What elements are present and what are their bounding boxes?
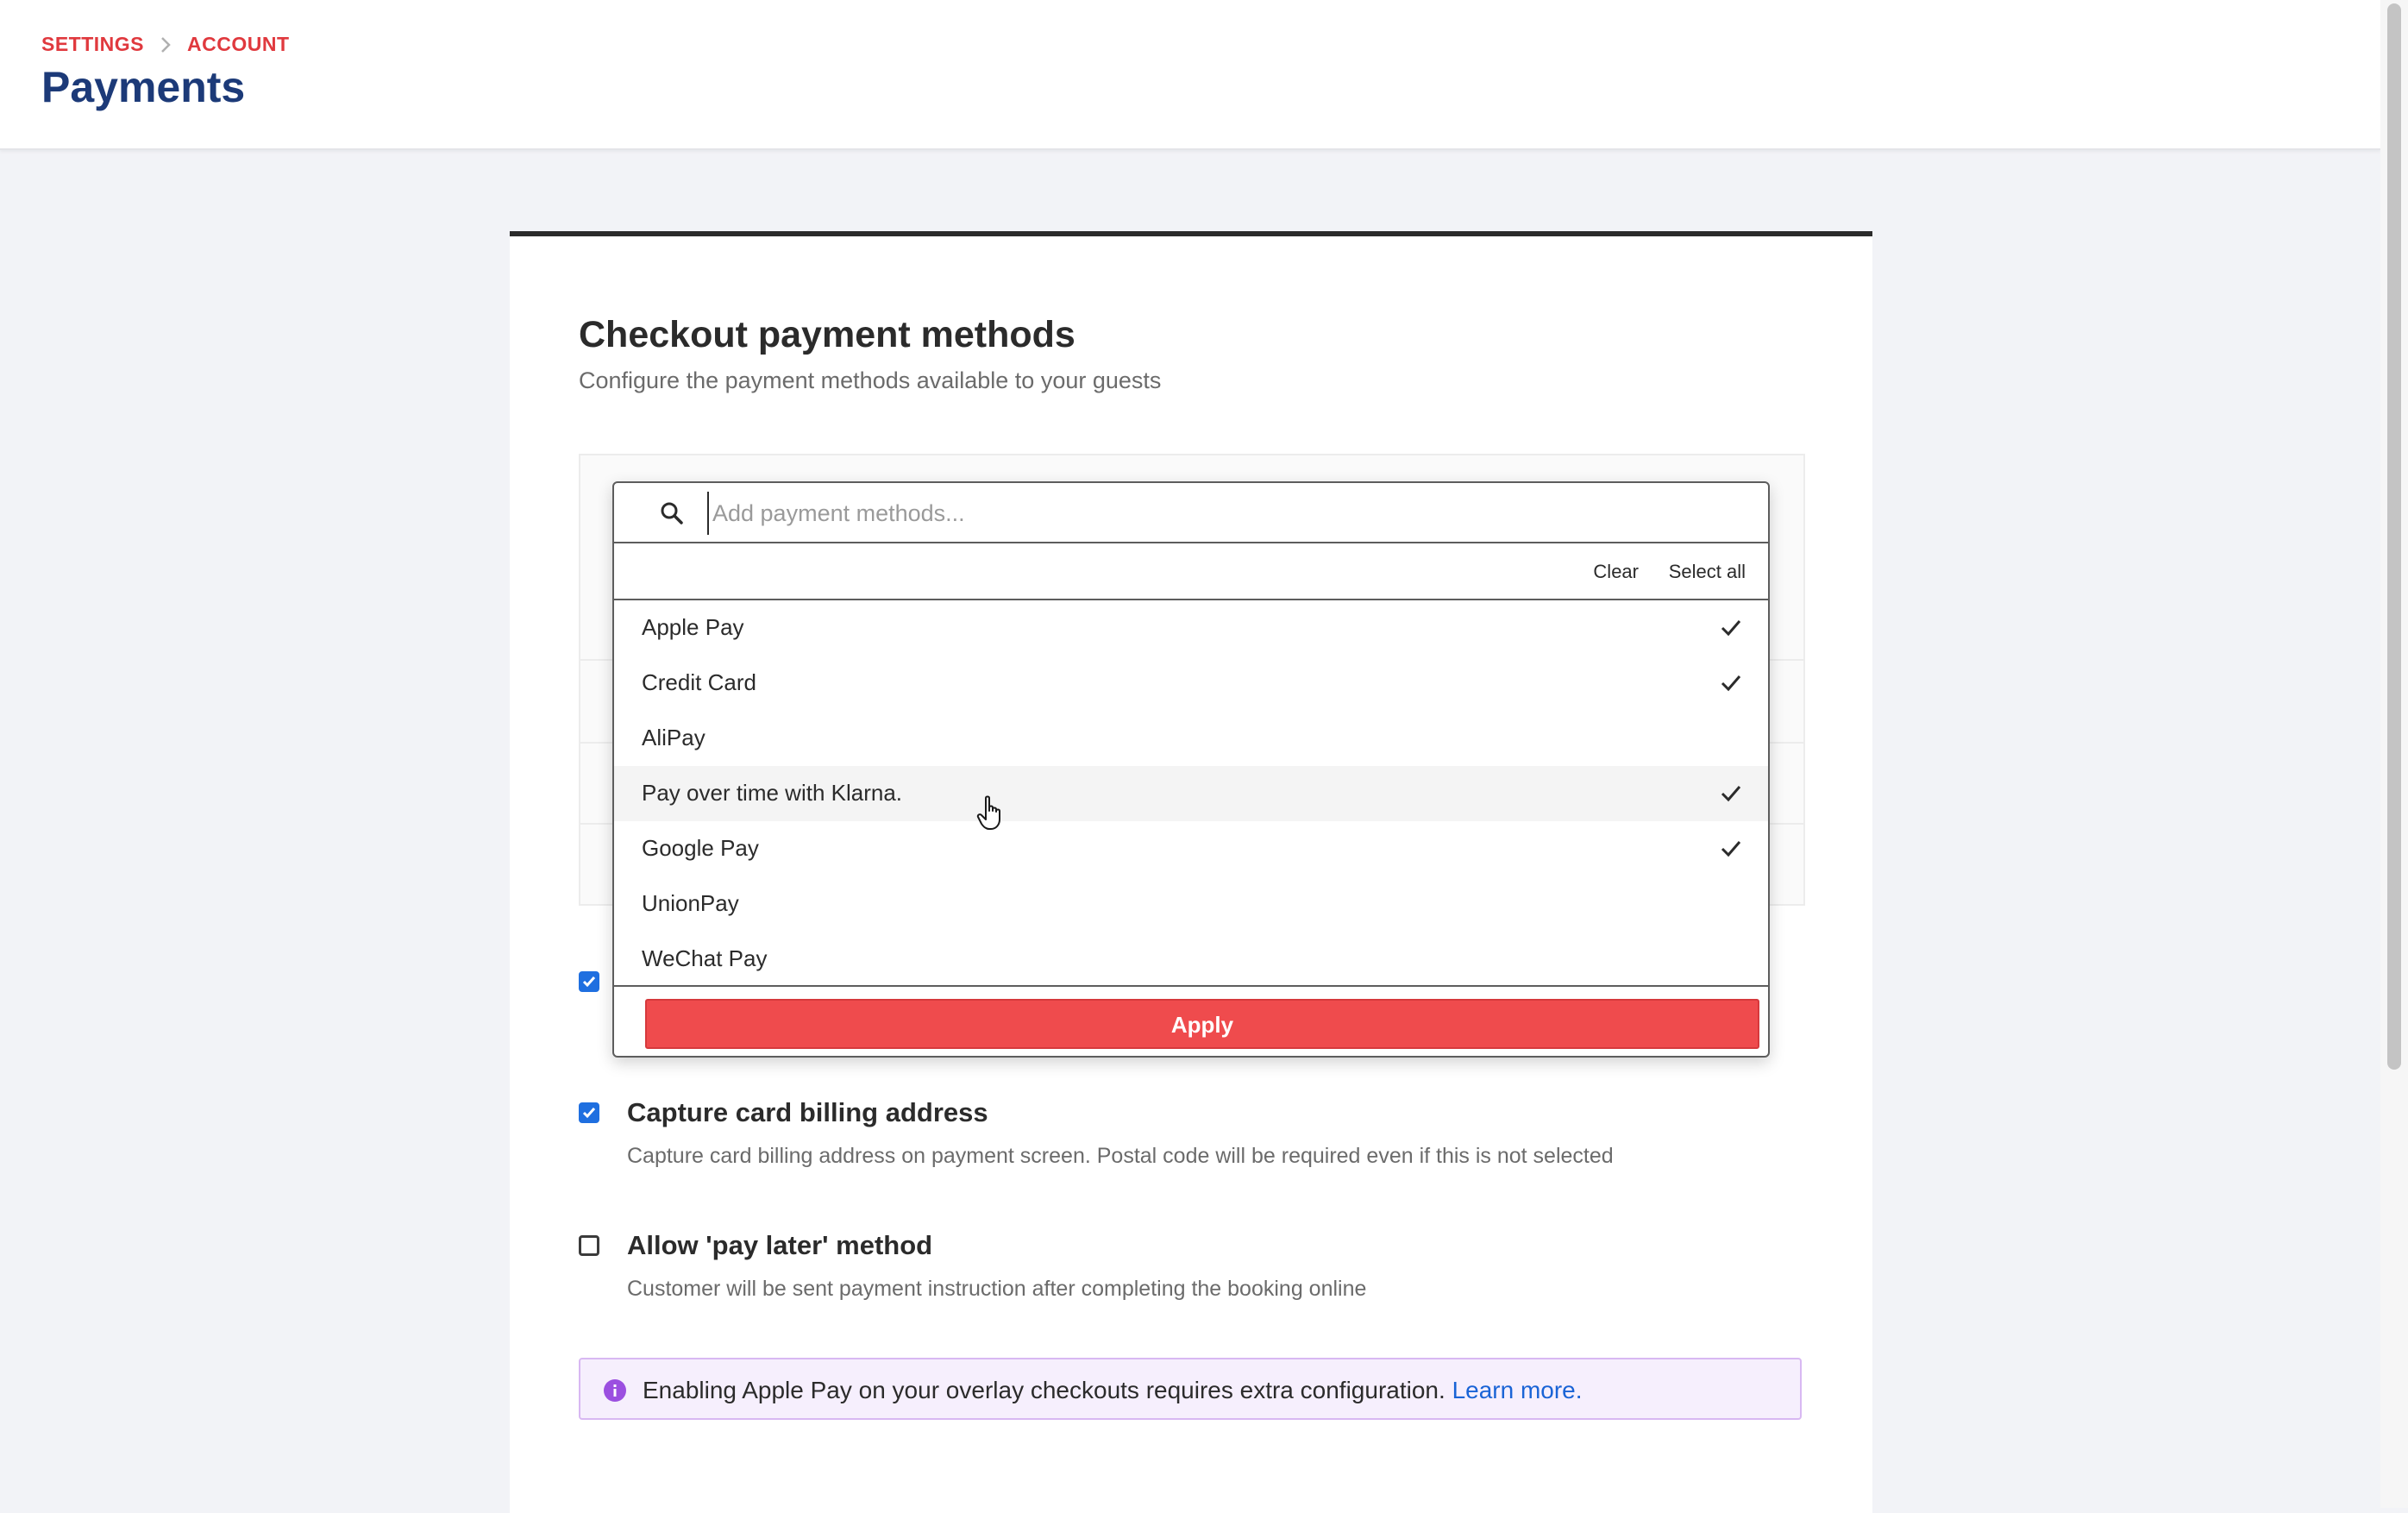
card-title: Checkout payment methods	[579, 314, 1075, 355]
page-header: SETTINGS ACCOUNT Payments	[0, 0, 2380, 150]
payment-methods-options: Apple Pay Credit Card AliPay Pay over ti…	[614, 600, 1768, 987]
option-label: Apple Pay	[642, 614, 744, 640]
option-alipay[interactable]: AliPay	[614, 711, 1768, 766]
capture-billing-checkbox[interactable]	[579, 1102, 599, 1123]
search-icon	[659, 500, 685, 530]
info-icon	[603, 1378, 627, 1407]
option-credit-card[interactable]: Credit Card	[614, 656, 1768, 711]
breadcrumb-settings[interactable]: SETTINGS	[41, 33, 144, 56]
check-icon	[1720, 673, 1742, 698]
check-icon	[1720, 618, 1742, 643]
option-klarna[interactable]: Pay over time with Klarna.	[614, 766, 1768, 821]
dropdown-search	[614, 483, 1768, 543]
payment-methods-search-input[interactable]	[707, 492, 1732, 535]
breadcrumb-account[interactable]: ACCOUNT	[187, 33, 290, 56]
select-all-button[interactable]: Select all	[1669, 561, 1746, 583]
option-label: AliPay	[642, 725, 705, 750]
payment-methods-dropdown: Clear Select all Apple Pay Credit Card A…	[612, 481, 1770, 1058]
breadcrumb: SETTINGS ACCOUNT	[41, 33, 290, 56]
info-text: Enabling Apple Pay on your overlay check…	[643, 1377, 1583, 1404]
pay-later-title: Allow 'pay later' method	[627, 1230, 933, 1260]
pay-later-description: Customer will be sent payment instructio…	[627, 1277, 1367, 1301]
option-label: Google Pay	[642, 835, 759, 861]
capture-billing-title: Capture card billing address	[627, 1097, 988, 1127]
hidden-option-checkbox[interactable]	[579, 971, 599, 992]
learn-more-link[interactable]: Learn more.	[1452, 1377, 1583, 1403]
pay-later-checkbox[interactable]	[579, 1235, 599, 1256]
dropdown-actions: Clear Select all	[614, 543, 1768, 600]
option-label: WeChat Pay	[642, 945, 768, 971]
option-label: UnionPay	[642, 890, 739, 916]
scrollbar-thumb[interactable]	[2387, 3, 2401, 1070]
option-google-pay[interactable]: Google Pay	[614, 821, 1768, 876]
check-icon	[1720, 838, 1742, 863]
option-unionpay[interactable]: UnionPay	[614, 876, 1768, 932]
option-label: Credit Card	[642, 669, 756, 695]
apply-button[interactable]: Apply	[645, 999, 1759, 1049]
option-wechat-pay[interactable]: WeChat Pay	[614, 932, 1768, 987]
apple-pay-info-banner: Enabling Apple Pay on your overlay check…	[579, 1358, 1802, 1420]
option-apple-pay[interactable]: Apple Pay	[614, 600, 1768, 656]
page-title: Payments	[41, 63, 246, 111]
chevron-right-icon	[160, 35, 172, 54]
info-message: Enabling Apple Pay on your overlay check…	[643, 1377, 1445, 1403]
clear-button[interactable]: Clear	[1593, 561, 1639, 583]
option-label: Pay over time with Klarna.	[642, 780, 903, 806]
hand-pointer-icon	[976, 795, 1007, 836]
check-icon	[1720, 783, 1742, 808]
card-subtitle: Configure the payment methods available …	[579, 367, 1162, 393]
capture-billing-description: Capture card billing address on payment …	[627, 1144, 1614, 1168]
